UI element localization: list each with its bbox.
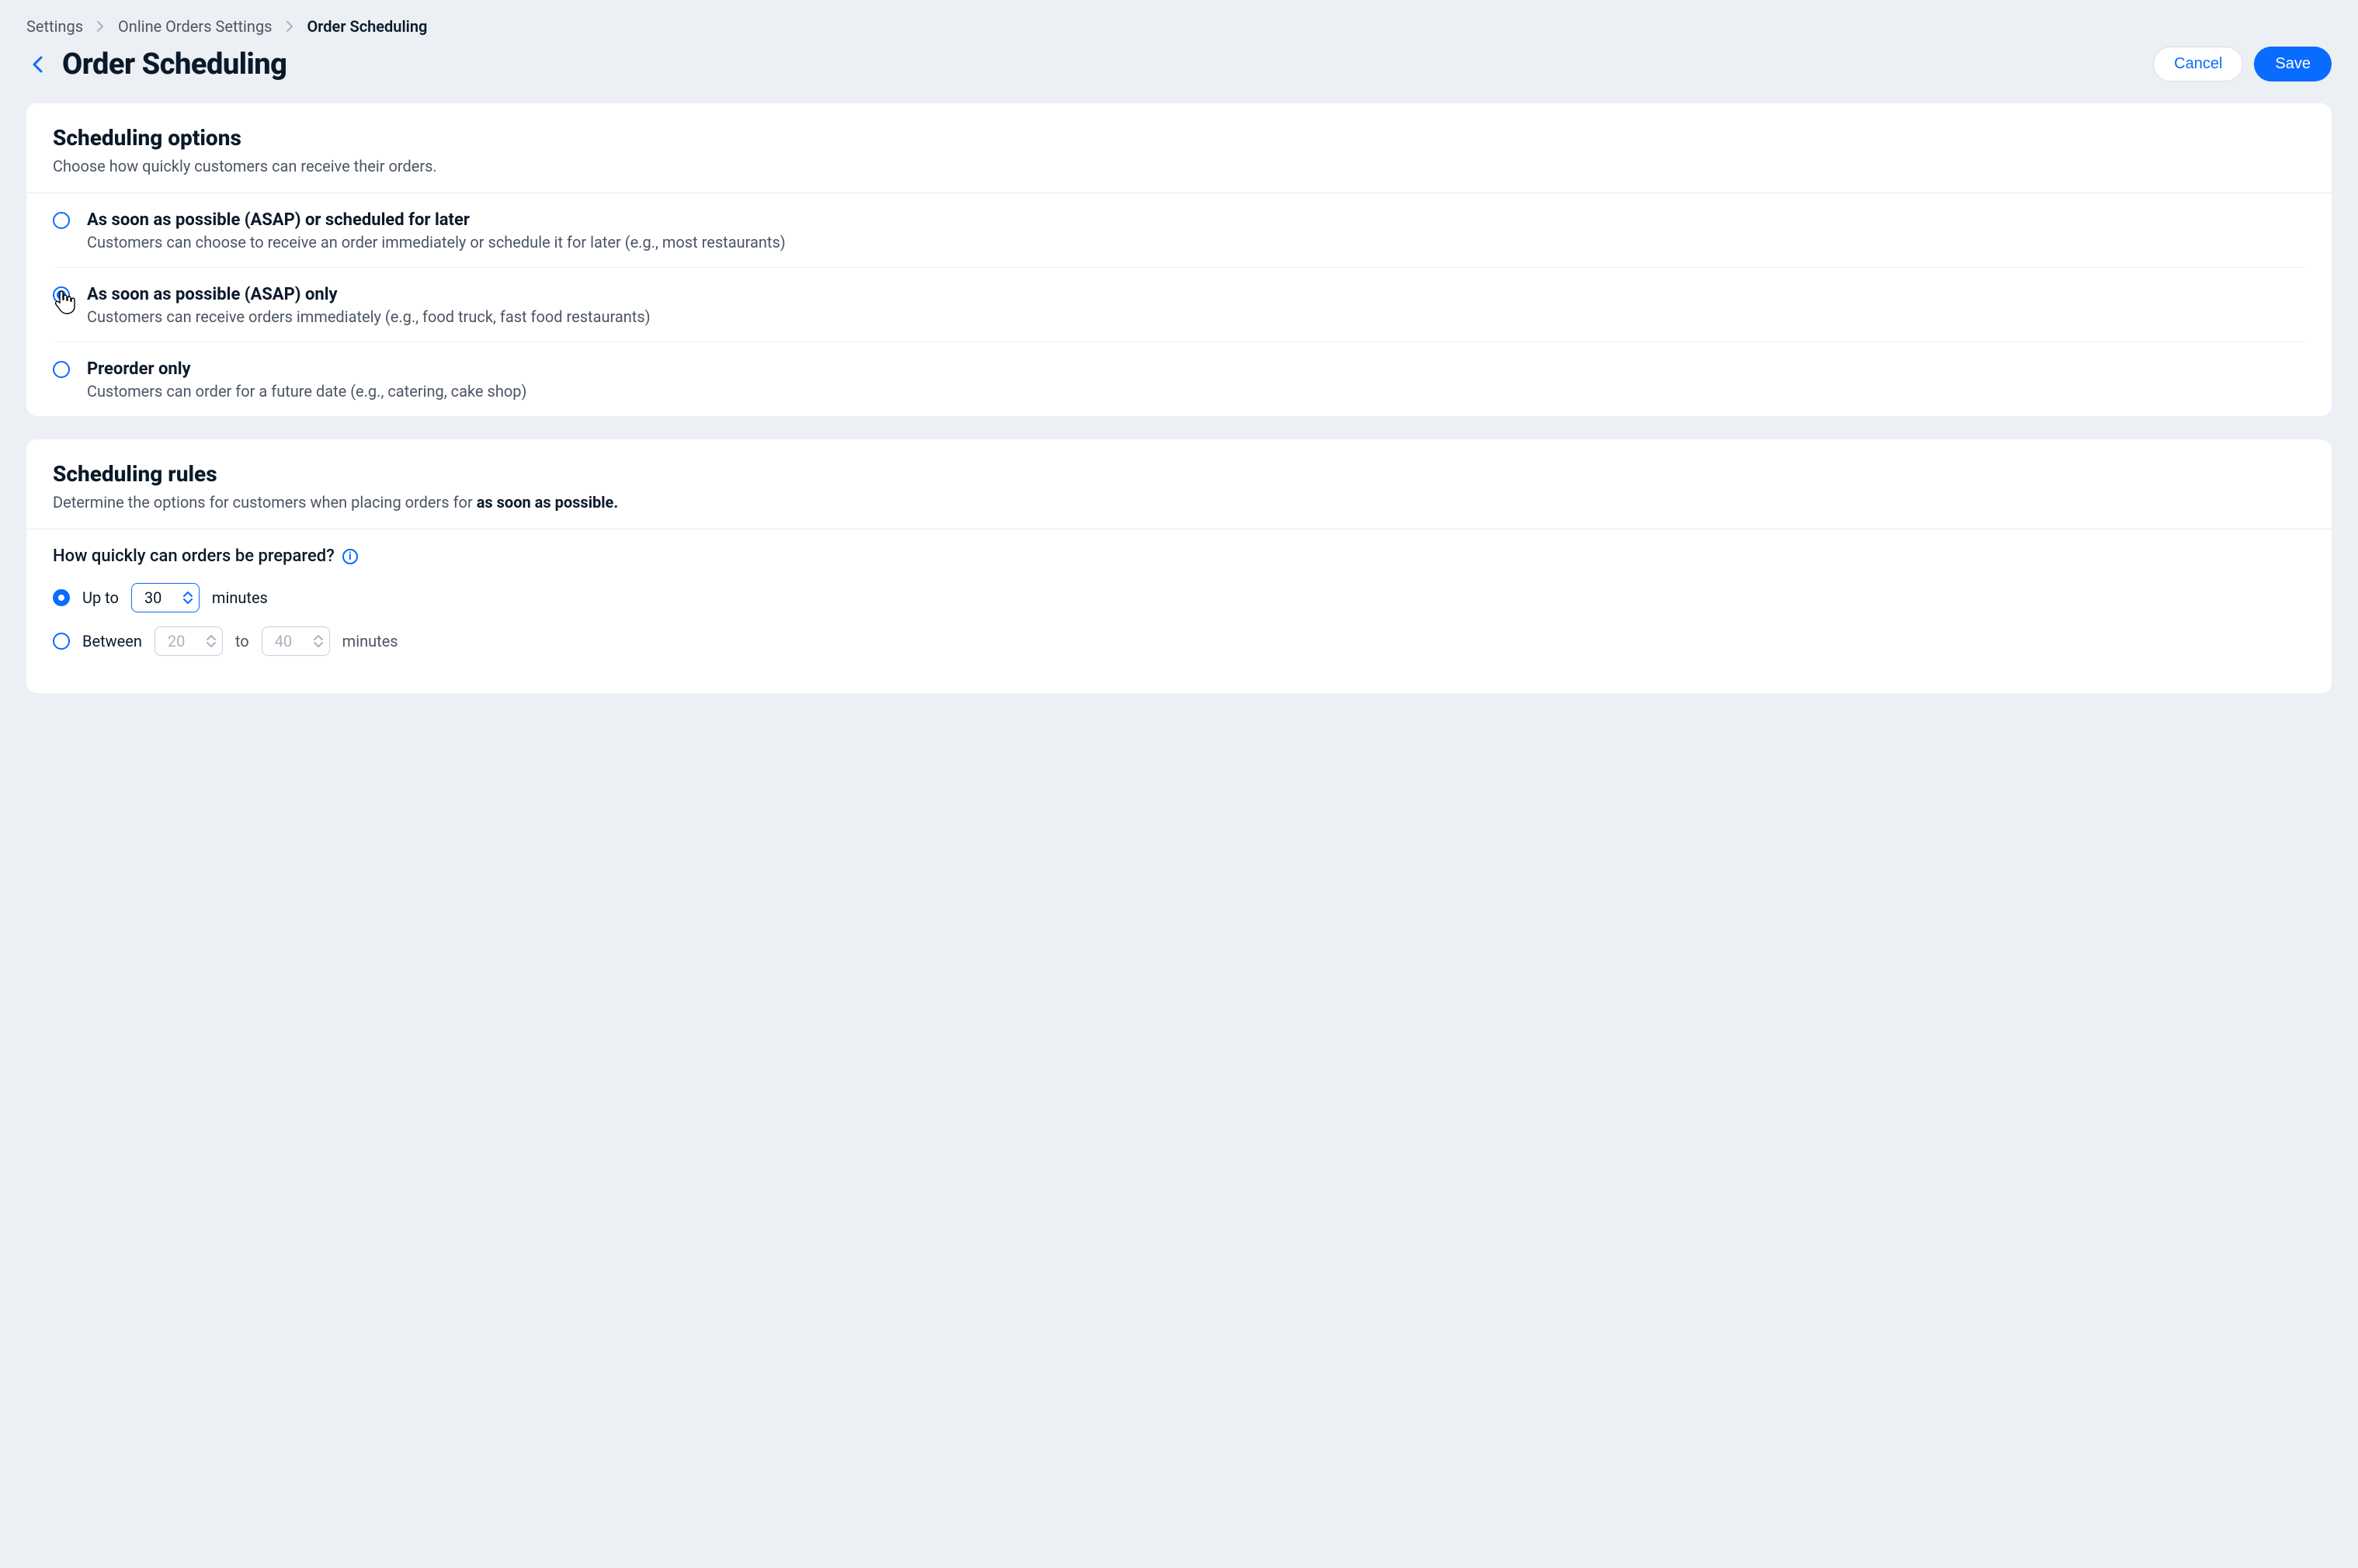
option-desc: Customers can order for a future date (e… [87, 382, 526, 401]
stepper-arrows[interactable] [314, 634, 323, 648]
option-desc: Customers can choose to receive an order… [87, 233, 786, 252]
between-to-stepper[interactable]: 40 [262, 626, 330, 656]
radio-preorder-only[interactable] [53, 361, 70, 378]
between-from-stepper[interactable]: 20 [155, 626, 223, 656]
option-title: As soon as possible (ASAP) only [87, 285, 651, 304]
scheduling-options-card: Scheduling options Choose how quickly cu… [26, 103, 2332, 416]
info-icon[interactable]: i [342, 549, 358, 564]
breadcrumb: Settings Online Orders Settings Order Sc… [26, 17, 2332, 36]
breadcrumb-settings[interactable]: Settings [26, 17, 83, 36]
chevron-up-icon [314, 634, 323, 640]
radio-upto[interactable] [53, 589, 70, 606]
scheduling-rules-card: Scheduling rules Determine the options f… [26, 439, 2332, 693]
stepper-arrows[interactable] [183, 591, 193, 605]
upto-suffix: minutes [212, 588, 268, 607]
upto-minutes-stepper[interactable]: 30 [131, 583, 200, 612]
between-from-value: 20 [168, 632, 185, 650]
chevron-right-icon [287, 17, 293, 36]
prep-option-between[interactable]: Between 20 to 40 minutes [53, 626, 2305, 656]
back-button[interactable] [26, 54, 48, 75]
between-to-value: 40 [275, 632, 292, 650]
option-asap-or-later[interactable]: As soon as possible (ASAP) or scheduled … [53, 193, 2305, 267]
scheduling-options-sub: Choose how quickly customers can receive… [53, 157, 2305, 175]
chevron-down-icon [183, 598, 193, 605]
chevron-up-icon [183, 591, 193, 597]
option-asap-only[interactable]: As soon as possible (ASAP) only Customer… [53, 267, 2305, 342]
chevron-right-icon [97, 17, 104, 36]
option-desc: Customers can receive orders immediately… [87, 307, 651, 326]
radio-asap-or-later[interactable] [53, 212, 70, 229]
option-preorder-only[interactable]: Preorder only Customers can order for a … [53, 342, 2305, 416]
upto-value: 30 [144, 588, 161, 607]
between-prefix: Between [82, 632, 142, 650]
option-title: Preorder only [87, 359, 526, 379]
chevron-left-icon [32, 56, 43, 73]
page-header: Order Scheduling Cancel Save [26, 47, 2332, 82]
stepper-arrows[interactable] [207, 634, 216, 648]
radio-between[interactable] [53, 633, 70, 650]
radio-asap-only[interactable] [53, 286, 70, 304]
breadcrumb-current: Order Scheduling [307, 17, 428, 36]
chevron-down-icon [314, 642, 323, 648]
scheduling-rules-title: Scheduling rules [53, 461, 2305, 487]
save-button[interactable]: Save [2254, 47, 2332, 82]
rules-sub-prefix: Determine the options for customers when… [53, 493, 477, 512]
breadcrumb-online-orders-settings[interactable]: Online Orders Settings [118, 17, 272, 36]
rules-sub-strong: as soon as possible. [477, 493, 618, 512]
scheduling-options-title: Scheduling options [53, 125, 2305, 151]
prep-option-upto[interactable]: Up to 30 minutes [53, 583, 2305, 612]
chevron-up-icon [207, 634, 216, 640]
between-connector: to [235, 632, 249, 650]
between-suffix: minutes [342, 632, 398, 650]
cancel-button[interactable]: Cancel [2153, 47, 2243, 82]
page-title: Order Scheduling [62, 47, 287, 82]
option-title: As soon as possible (ASAP) or scheduled … [87, 210, 786, 230]
rules-question: How quickly can orders be prepared? [53, 546, 335, 566]
scheduling-rules-sub: Determine the options for customers when… [53, 493, 2305, 512]
chevron-down-icon [207, 642, 216, 648]
upto-prefix: Up to [82, 588, 119, 607]
